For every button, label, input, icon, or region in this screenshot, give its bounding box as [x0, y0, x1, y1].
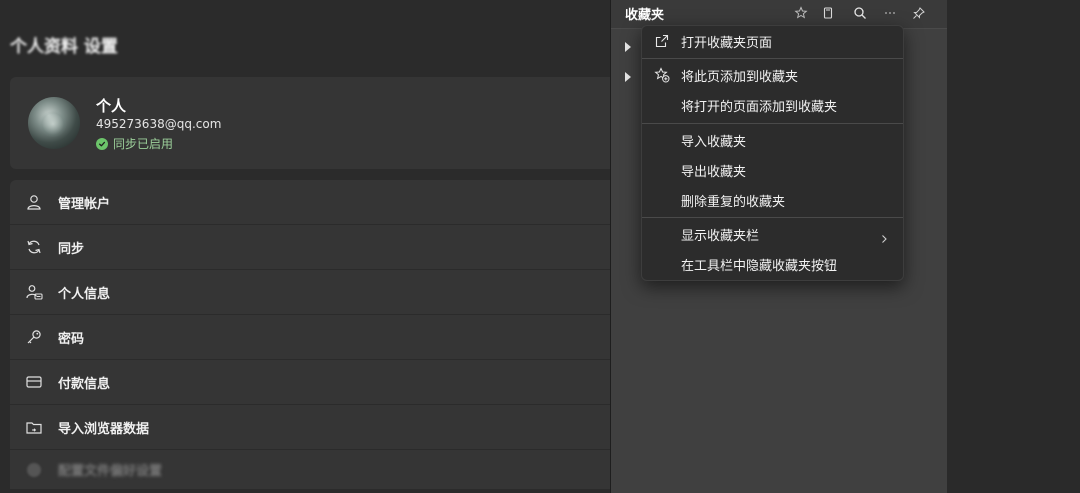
- menu-item-label: 将此页添加到收藏夹: [681, 69, 799, 85]
- menu-item-label: 配置文件偏好设置: [58, 464, 163, 479]
- hide-favorites-button-item[interactable]: 在工具栏中隐藏收藏夹按钮: [642, 250, 903, 278]
- export-favorites-item[interactable]: 导出收藏夹: [642, 156, 903, 184]
- add-folder-icon[interactable]: [820, 5, 836, 21]
- menu-item-label: 付款信息: [58, 376, 111, 392]
- profile-icon: [27, 462, 41, 477]
- menu-item-label: 删除重复的收藏夹: [681, 194, 786, 210]
- menu-separator: [642, 58, 903, 59]
- profile-email: 495273638@qq.com: [96, 117, 222, 131]
- contact-card-icon: [25, 283, 43, 301]
- menu-item-passwords[interactable]: 密码: [10, 315, 610, 360]
- expand-arrow-icon[interactable]: [625, 42, 631, 52]
- menu-separator: [642, 217, 903, 218]
- add-open-pages-to-favorites-item[interactable]: 将打开的页面添加到收藏夹: [642, 91, 903, 119]
- menu-item-label: 管理帐户: [58, 196, 111, 212]
- add-favorite-icon[interactable]: [793, 5, 809, 21]
- menu-item-sync[interactable]: 同步: [10, 225, 610, 270]
- menu-item-label: 打开收藏夹页面: [681, 35, 773, 51]
- key-icon: [25, 328, 43, 346]
- menu-item-label: 同步: [58, 241, 85, 257]
- menu-item-label: 导入收藏夹: [681, 134, 747, 150]
- menu-item-label: 导入浏览器数据: [58, 421, 150, 437]
- menu-item-profile-preferences[interactable]: 配置文件偏好设置: [10, 450, 610, 490]
- profile-name: 个人: [96, 97, 127, 115]
- show-favorites-bar-item[interactable]: 显示收藏夹栏: [642, 220, 903, 248]
- menu-item-import-browser-data[interactable]: 导入浏览器数据: [10, 405, 610, 450]
- sync-status-label: 同步已启用: [113, 137, 174, 151]
- sync-icon: [25, 238, 43, 256]
- open-external-icon: [653, 32, 671, 50]
- menu-item-label: 密码: [58, 331, 85, 347]
- chevron-right-icon: [879, 229, 889, 243]
- menu-item-payment-info[interactable]: 付款信息: [10, 360, 610, 405]
- browser-background: [947, 0, 1080, 493]
- favorites-title: 收藏夹: [625, 8, 665, 23]
- profile-card: 个人 495273638@qq.com 同步已启用: [10, 77, 610, 169]
- menu-separator: [642, 123, 903, 124]
- menu-item-label: 在工具栏中隐藏收藏夹按钮: [681, 258, 838, 274]
- sync-status: 同步已启用: [96, 135, 173, 152]
- add-page-to-favorites-item[interactable]: 将此页添加到收藏夹: [642, 61, 903, 89]
- menu-item-personal-info[interactable]: 个人信息: [10, 270, 610, 315]
- import-favorites-item[interactable]: 导入收藏夹: [642, 126, 903, 154]
- menu-item-label: 导出收藏夹: [681, 164, 747, 180]
- star-add-icon: [653, 66, 671, 84]
- menu-item-label: 显示收藏夹栏: [681, 228, 760, 244]
- favorites-context-menu: 打开收藏夹页面 将此页添加到收藏夹 将打开的页面添加到收藏夹 导入收藏夹 导出收…: [641, 25, 904, 281]
- menu-item-label: 将打开的页面添加到收藏夹: [681, 99, 838, 115]
- more-icon[interactable]: [882, 5, 898, 21]
- settings-menu: 管理帐户 同步 个人信息 密码 付款信息 导入浏览器数据 配置文件偏好设置: [10, 180, 610, 490]
- open-favorites-page-item[interactable]: 打开收藏夹页面: [642, 27, 903, 55]
- page-title: 个人资料 设置: [10, 37, 118, 57]
- menu-item-label: 个人信息: [58, 286, 111, 302]
- import-folder-icon: [25, 418, 43, 436]
- check-circle-icon: [96, 137, 108, 150]
- settings-pane: 个人资料 设置 个人 495273638@qq.com 同步已启用 管理帐户 同…: [0, 0, 610, 493]
- expand-arrow-icon[interactable]: [625, 72, 631, 82]
- pin-icon[interactable]: [911, 5, 927, 21]
- credit-card-icon: [25, 373, 43, 391]
- avatar[interactable]: [28, 97, 80, 149]
- search-icon[interactable]: [852, 5, 868, 21]
- user-icon: [25, 193, 43, 211]
- menu-item-manage-account[interactable]: 管理帐户: [10, 180, 610, 225]
- remove-duplicate-favorites-item[interactable]: 删除重复的收藏夹: [642, 186, 903, 214]
